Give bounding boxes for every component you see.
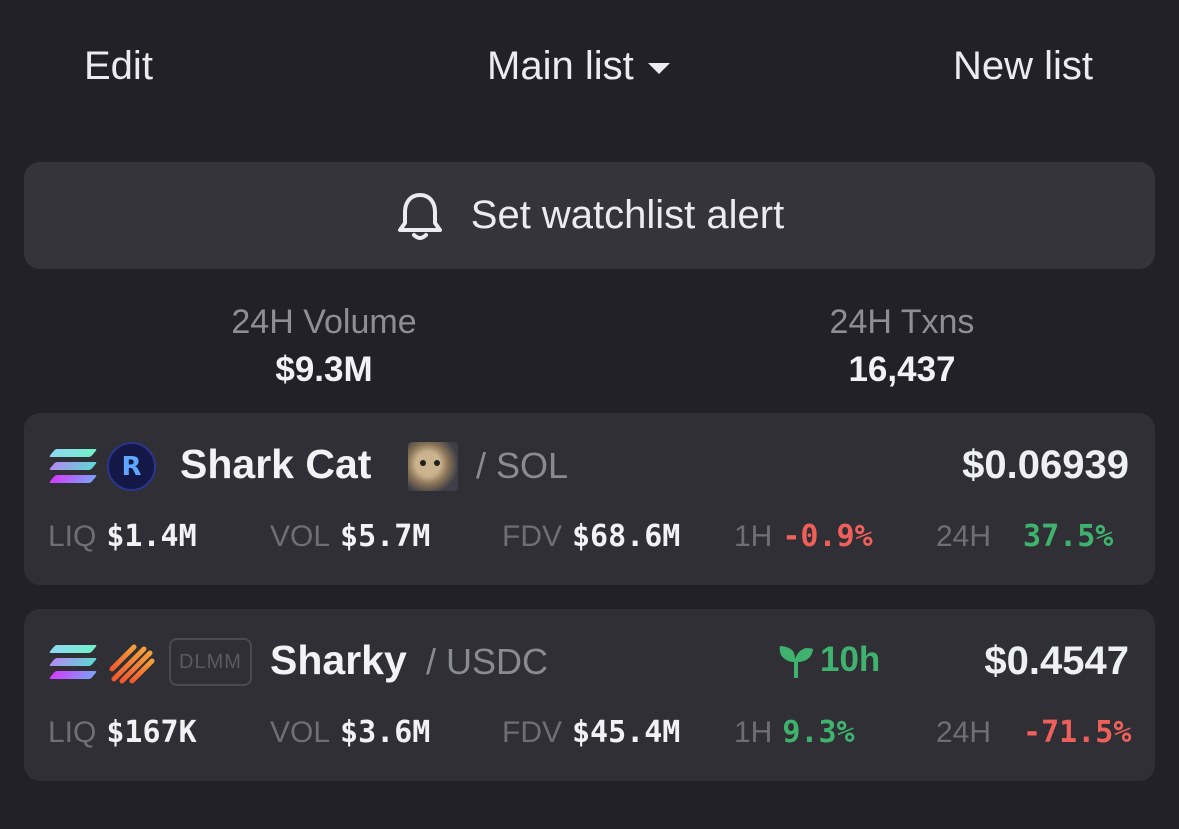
pair-metrics: LIQ $167K VOL $3.6M FDV $45.4M 1H 9.3% 24H -7… [24,715,1155,755]
sprout-icon [779,646,813,678]
change-1h-metric: 1H 9.3% [734,715,855,750]
pair-age-value: 10h [820,640,881,679]
new-list-button[interactable]: New list [953,44,1093,89]
pair-price: $0.06939 [962,443,1129,487]
solana-icon [48,642,98,682]
bell-icon [397,192,442,240]
raydium-icon: R [107,442,156,491]
token-avatar [408,442,458,491]
dlmm-badge: DLMM [169,638,252,686]
txns-label: 24H Txns [829,303,975,341]
change-24h-metric: 24H -71.5% [936,715,1132,750]
caret-down-icon [647,63,670,74]
top-bar: Edit Main list New list [0,0,1179,135]
liquidity-metric: LIQ $167K [48,715,197,750]
volume-label: 24H Volume [231,303,417,341]
list-selector-label: Main list [487,44,634,88]
liquidity-metric: LIQ $1.4M [48,519,197,554]
list-selector[interactable]: Main list [487,44,670,89]
pair-name: Sharky [270,637,407,683]
pair-age: 10h [778,640,880,680]
fdv-metric: FDV $45.4M [502,715,681,750]
pair-card-sharky[interactable]: DLMM Sharky / USDC 10h $0.4547 LIQ $167K … [24,609,1155,781]
set-watchlist-alert-button[interactable]: Set watchlist alert [24,162,1155,269]
pair-metrics: LIQ $1.4M VOL $5.7M FDV $68.6M 1H -0.9% 24H 3… [24,519,1155,559]
fdv-metric: FDV $68.6M [502,519,681,554]
meteora-icon [109,644,155,684]
solana-icon [48,446,98,486]
volume-stat: 24H Volume $9.3M [124,303,524,390]
pair-price: $0.4547 [984,639,1129,683]
volume-value: $9.3M [275,350,373,389]
txns-stat: 24H Txns 16,437 [702,303,1102,390]
change-24h-metric: 24H 37.5% [936,519,1114,554]
volume-metric: VOL $5.7M [270,519,431,554]
alert-button-label: Set watchlist alert [470,193,785,237]
volume-metric: VOL $3.6M [270,715,431,750]
txns-value: 16,437 [848,350,956,389]
change-1h-metric: 1H -0.9% [734,519,873,554]
quote-token: / SOL [476,445,569,486]
pair-name: Shark Cat [180,441,372,487]
quote-token: / USDC [426,641,549,682]
edit-button[interactable]: Edit [84,44,153,89]
pair-card-shark-cat[interactable]: R Shark Cat / SOL $0.06939 LIQ $1.4M VOL $… [24,413,1155,585]
